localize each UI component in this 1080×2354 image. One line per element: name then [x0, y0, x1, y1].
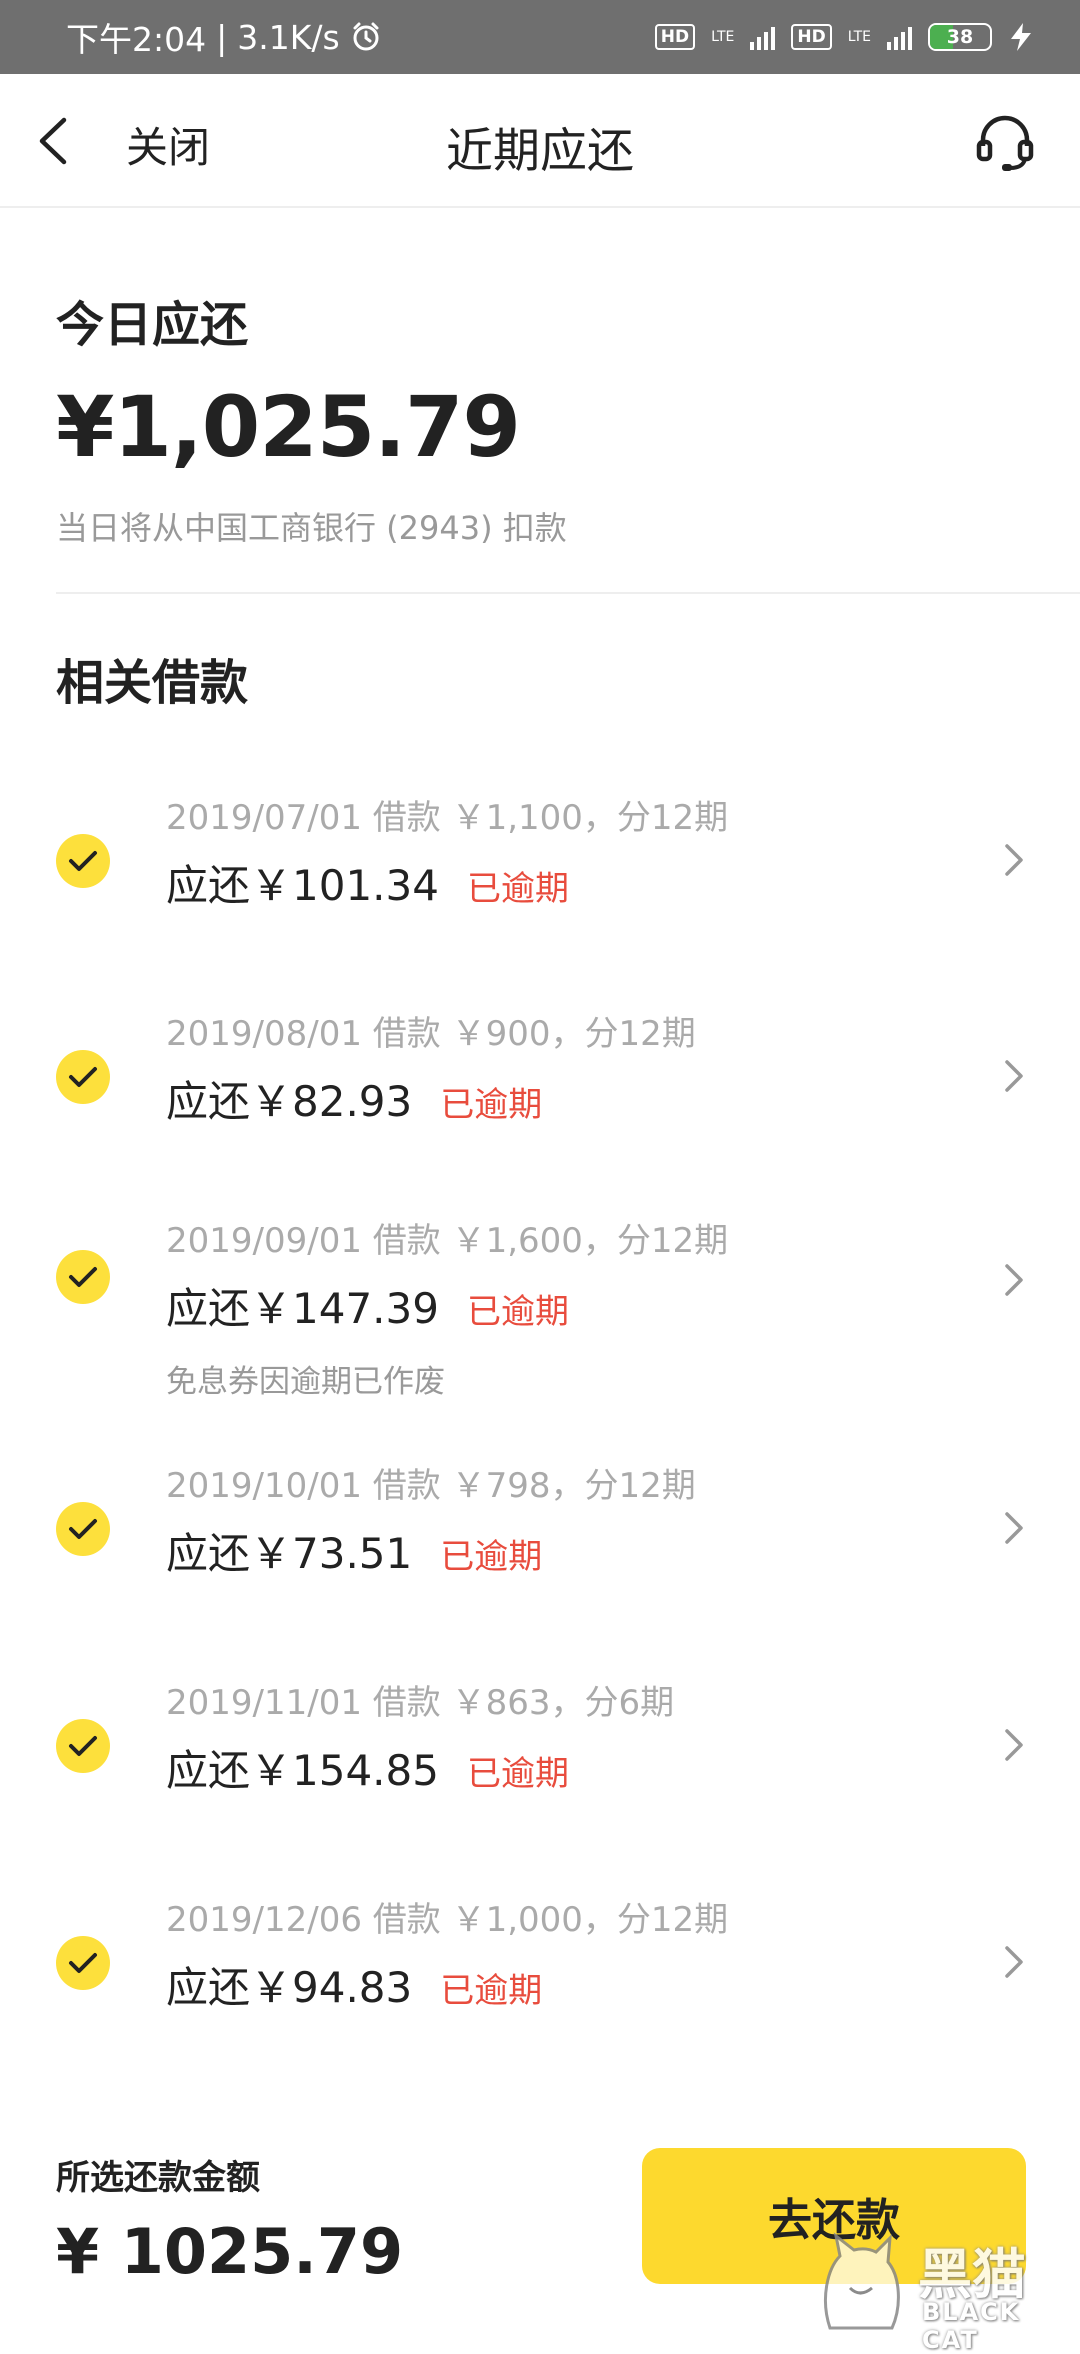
selected-amount-label: 所选还款金额	[56, 2158, 260, 2198]
hd-badge-2: HD	[791, 24, 832, 50]
coupon-void-note: 免息券因逾期已作废	[166, 1364, 445, 1400]
due-amount: 应还￥73.51	[166, 1529, 413, 1578]
due-line: 应还￥73.51 已逾期	[166, 1520, 542, 1581]
loan-item[interactable]: 2019/08/01 借款 ￥900，分12期 应还￥82.93 已逾期	[0, 988, 1080, 1168]
due-line: 应还￥154.85 已逾期	[166, 1737, 569, 1798]
lte-label-2: LTE	[847, 29, 871, 45]
watermark-text-en: BLACK CAT	[922, 2298, 1021, 2354]
selected-amount-value: ¥ 1025.79	[56, 2215, 404, 2288]
related-loans-heading: 相关借款	[56, 655, 249, 711]
hd-badge: HD	[654, 24, 696, 50]
overdue-badge: 已逾期	[466, 1292, 569, 1332]
checked-circle-icon[interactable]	[56, 1502, 110, 1556]
signal-icon-2	[887, 24, 912, 50]
lte-label: LTE	[711, 29, 735, 45]
loan-info: 2019/07/01 借款 ￥1,100，分12期	[166, 798, 729, 838]
status-separator: |	[216, 17, 228, 57]
due-amount: 应还￥82.93	[166, 1077, 413, 1126]
loan-info: 2019/08/01 借款 ￥900，分12期	[166, 1014, 696, 1054]
checked-circle-icon[interactable]	[56, 1050, 110, 1104]
checked-circle-icon[interactable]	[56, 1936, 110, 1990]
loan-info: 2019/10/01 借款 ￥798，分12期	[166, 1466, 696, 1506]
loan-item[interactable]: 2019/10/01 借款 ￥798，分12期 应还￥73.51 已逾期	[0, 1440, 1080, 1620]
cat-logo-icon	[823, 2232, 900, 2330]
due-line: 应还￥101.34 已逾期	[166, 852, 569, 913]
charging-icon	[1011, 23, 1031, 51]
loan-item[interactable]: 2019/12/06 借款 ￥1,000，分12期 应还￥94.83 已逾期	[0, 1874, 1080, 2054]
loan-item[interactable]: 2019/09/01 借款 ￥1,600，分12期 应还￥147.39 已逾期 …	[0, 1198, 1080, 1418]
signal-icon	[750, 24, 776, 50]
chevron-right-icon[interactable]	[1000, 1508, 1028, 1548]
chevron-right-icon[interactable]	[1000, 1942, 1028, 1982]
black-cat-watermark: 黑猫 BLACK CAT	[810, 2228, 1072, 2354]
chevron-right-icon[interactable]	[1000, 1260, 1028, 1300]
status-bar: 下午2:04 | 3.1K/s HD LTE HD LTE 38	[0, 0, 1080, 74]
loan-item[interactable]: 2019/07/01 借款 ￥1,100，分12期 应还￥101.34 已逾期	[0, 772, 1080, 952]
chevron-right-icon[interactable]	[1000, 1056, 1028, 1096]
due-line: 应还￥94.83 已逾期	[166, 1954, 542, 2015]
overdue-badge: 已逾期	[466, 1754, 569, 1794]
customer-service-headset-icon[interactable]	[974, 112, 1036, 172]
loan-info: 2019/11/01 借款 ￥863，分6期	[166, 1683, 675, 1723]
overdue-badge: 已逾期	[440, 1085, 543, 1125]
battery-level: 38	[946, 26, 974, 48]
checked-circle-icon[interactable]	[56, 1250, 110, 1304]
due-amount: 应还￥94.83	[166, 1963, 413, 2012]
due-amount: 应还￥154.85	[166, 1746, 439, 1795]
status-time: 下午2:04	[66, 20, 207, 59]
battery-icon: 38	[928, 23, 992, 51]
status-left: 下午2:04 | 3.1K/s	[66, 13, 382, 61]
today-due-amount: ¥1,025.79	[56, 378, 521, 476]
alarm-icon	[353, 22, 379, 51]
loan-info: 2019/12/06 借款 ￥1,000，分12期	[166, 1900, 729, 1940]
checked-circle-icon[interactable]	[56, 1719, 110, 1773]
due-line: 应还￥147.39 已逾期	[166, 1275, 569, 1336]
checked-circle-icon[interactable]	[56, 834, 110, 888]
deduction-note: 当日将从中国工商银行 (2943) 扣款	[56, 509, 567, 547]
divider	[56, 592, 1080, 594]
status-network-speed: 3.1K/s	[237, 17, 340, 57]
loan-info: 2019/09/01 借款 ￥1,600，分12期	[166, 1221, 729, 1261]
today-due-heading: 今日应还	[56, 297, 249, 353]
due-amount: 应还￥147.39	[166, 1284, 439, 1333]
page-title: 近期应还	[446, 124, 634, 179]
chevron-right-icon[interactable]	[1000, 840, 1028, 880]
overdue-badge: 已逾期	[440, 1537, 543, 1577]
status-right: HD LTE HD LTE 38	[654, 22, 1034, 52]
overdue-badge: 已逾期	[466, 869, 569, 909]
nav-bar: 关闭 近期应还	[0, 74, 1080, 208]
due-amount: 应还￥101.34	[166, 861, 439, 910]
loan-item[interactable]: 2019/11/01 借款 ￥863，分6期 应还￥154.85 已逾期	[0, 1657, 1080, 1837]
due-line: 应还￥82.93 已逾期	[166, 1068, 542, 1129]
chevron-right-icon[interactable]	[1000, 1725, 1028, 1765]
overdue-badge: 已逾期	[440, 1971, 543, 2011]
